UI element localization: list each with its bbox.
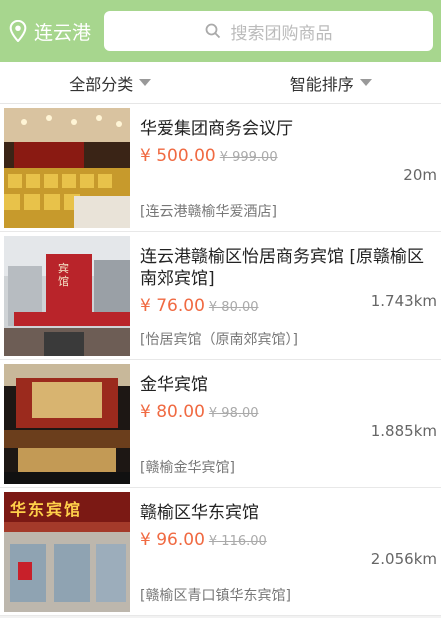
item-price: ¥ 80.00 [140, 402, 205, 422]
item-title: 连云港赣榆区怡居商务宾馆 [原赣榆区南郊宾馆] [140, 247, 425, 289]
list-item[interactable]: 华东宾馆 赣榆区华东宾馆 ¥ 96.00 ¥ 116.00 2.056km [赣… [0, 488, 441, 616]
item-price: ¥ 96.00 [140, 530, 205, 550]
hotel-sign-text: 宾馆 [58, 262, 69, 288]
hall-thumbnail [4, 108, 130, 228]
item-address: [连云港赣榆华爱酒店] [140, 204, 277, 220]
item-price: ¥ 500.00 [140, 146, 216, 166]
chevron-down-icon [359, 79, 372, 86]
item-original-price: ¥ 116.00 [208, 534, 267, 549]
item-distance: 1.743km [370, 292, 437, 310]
search-input[interactable]: 搜索团购商品 [104, 11, 433, 51]
deal-list: 华爱集团商务会议厅 ¥ 500.00 ¥ 999.00 20m [连云港赣榆华爱… [0, 104, 441, 616]
list-item[interactable]: 宾馆 连云港赣榆区怡居商务宾馆 [原赣榆区南郊宾馆] ¥ 76.00 ¥ 80.… [0, 232, 441, 360]
item-price: ¥ 76.00 [140, 296, 205, 316]
sort-filter[interactable]: 智能排序 [221, 71, 441, 95]
location-pin-icon [9, 20, 27, 42]
item-distance: 1.885km [370, 422, 437, 440]
list-item[interactable]: 华爱集团商务会议厅 ¥ 500.00 ¥ 999.00 20m [连云港赣榆华爱… [0, 104, 441, 232]
hotel-sign-text: 华东宾馆 [10, 500, 83, 519]
hotel-thumbnail [4, 364, 130, 484]
city-selector[interactable]: 连云港 [8, 18, 104, 45]
item-title: 金华宾馆 [140, 375, 208, 395]
item-original-price: ¥ 98.00 [208, 406, 259, 421]
search-placeholder: 搜索团购商品 [230, 23, 333, 44]
city-name: 连云港 [34, 21, 92, 44]
sort-filter-label: 智能排序 [289, 74, 354, 94]
hotel-thumbnail: 宾馆 [4, 236, 130, 356]
top-bar: 连云港 搜索团购商品 [0, 0, 441, 62]
item-title: 华爱集团商务会议厅 [140, 119, 293, 139]
hotel-thumbnail: 华东宾馆 [4, 492, 130, 612]
chevron-down-icon [139, 79, 152, 86]
filter-bar: 全部分类 智能排序 [0, 62, 441, 104]
item-address: [赣榆区青口镇华东宾馆] [140, 588, 291, 604]
item-distance: 2.056km [370, 550, 437, 568]
item-title: 赣榆区华东宾馆 [140, 503, 259, 523]
item-original-price: ¥ 999.00 [219, 150, 278, 165]
list-item[interactable]: 金华宾馆 ¥ 80.00 ¥ 98.00 1.885km [赣榆金华宾馆] [0, 360, 441, 488]
search-icon [205, 23, 220, 39]
item-address: [赣榆金华宾馆] [140, 460, 235, 476]
item-distance: 20m [403, 166, 437, 184]
item-original-price: ¥ 80.00 [208, 300, 259, 315]
item-address: [怡居宾馆（原南郊宾馆）] [140, 332, 298, 348]
category-filter[interactable]: 全部分类 [0, 71, 221, 95]
category-filter-label: 全部分类 [69, 74, 134, 94]
